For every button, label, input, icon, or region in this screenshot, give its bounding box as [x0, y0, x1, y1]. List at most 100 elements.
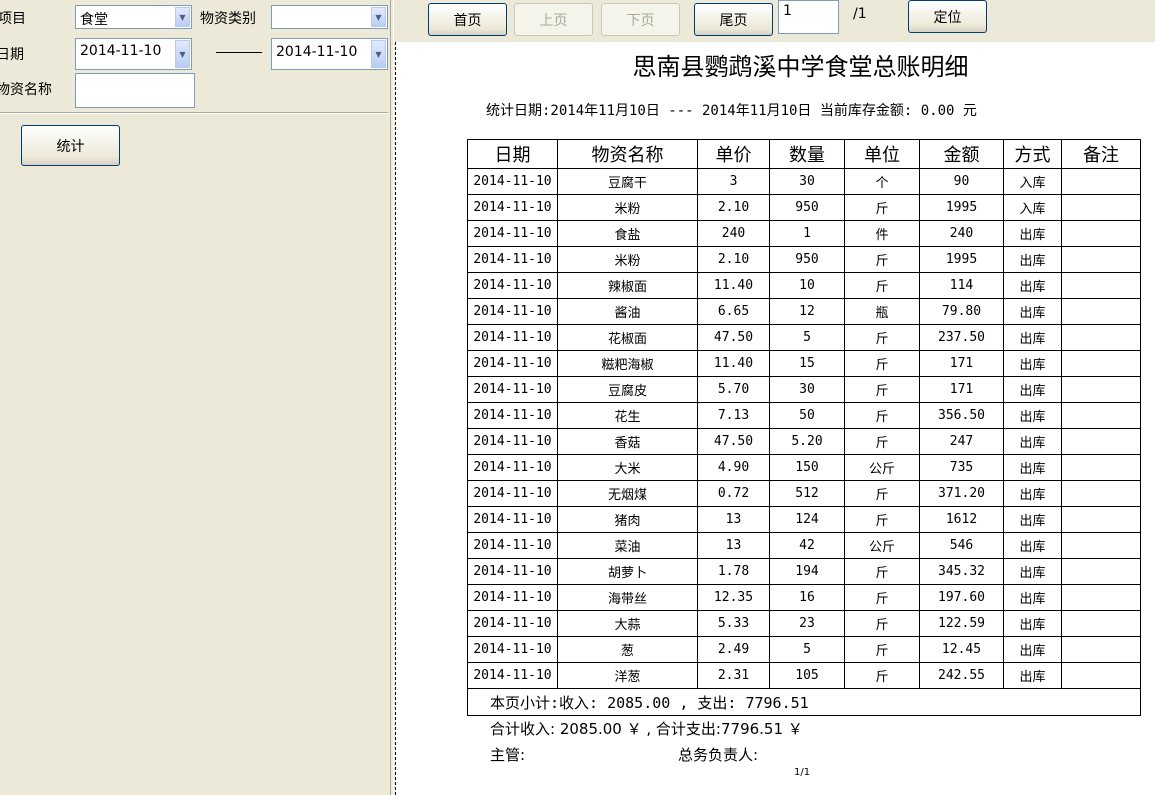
splitter[interactable]: [390, 0, 394, 795]
chevron-down-icon[interactable]: ▼: [175, 40, 190, 68]
cell-quantity: 950: [769, 246, 845, 273]
category-select[interactable]: ▼: [271, 5, 388, 29]
cell-unit-price: 2.49: [697, 636, 770, 663]
cell-remark: [1061, 402, 1141, 429]
cell-method: 出库: [1003, 610, 1062, 637]
cell-remark: [1061, 350, 1141, 377]
table-row: 2014-11-10 豆腐皮 5.70 30 斤 171 出库: [467, 376, 1141, 403]
panel-divider: [0, 112, 388, 114]
date-to-value: 2014-11-10: [276, 44, 358, 60]
header-date: 日期: [467, 139, 558, 169]
cell-unit: 斤: [844, 194, 920, 221]
header-amount: 金额: [919, 139, 1004, 169]
table-row: 2014-11-10 花生 7.13 50 斤 356.50 出库: [467, 402, 1141, 429]
cell-quantity: 194: [769, 558, 845, 585]
table-row: 2014-11-10 无烟煤 0.72 512 斤 371.20 出库: [467, 480, 1141, 507]
cell-unit-price: 13: [697, 506, 770, 533]
grand-total: 合计收入: 2085.00 ￥ , 合计支出:7796.51 ￥: [490, 720, 803, 738]
cell-item-name: 花椒面: [557, 324, 698, 351]
cell-amount: 1612: [919, 506, 1004, 533]
cell-method: 出库: [1003, 532, 1062, 559]
cell-unit: 斤: [844, 376, 920, 403]
stat-button[interactable]: 统计: [21, 125, 120, 166]
table-row: 2014-11-10 菜油 13 42 公斤 546 出库: [467, 532, 1141, 559]
cell-method: 出库: [1003, 506, 1062, 533]
cell-method: 出库: [1003, 402, 1062, 429]
cell-method: 出库: [1003, 584, 1062, 611]
header-method: 方式: [1003, 139, 1062, 169]
prev-page-button[interactable]: 上页: [514, 3, 593, 36]
cell-unit: 斤: [844, 584, 920, 611]
page-subtotal: 本页小计:收入: 2085.00 , 支出: 7796.51: [467, 688, 1141, 716]
cell-date: 2014-11-10: [467, 532, 558, 559]
next-page-button[interactable]: 下页: [601, 3, 680, 36]
cell-date: 2014-11-10: [467, 558, 558, 585]
cell-date: 2014-11-10: [467, 662, 558, 689]
cell-item-name: 大米: [557, 454, 698, 481]
cell-method: 出库: [1003, 298, 1062, 325]
cell-unit-price: 2.10: [697, 194, 770, 221]
cell-amount: 237.50: [919, 324, 1004, 351]
cell-method: 入库: [1003, 194, 1062, 221]
cell-quantity: 1: [769, 220, 845, 247]
cell-remark: [1061, 454, 1141, 481]
table-row: 2014-11-10 花椒面 47.50 5 斤 237.50 出库: [467, 324, 1141, 351]
cell-unit-price: 3: [697, 168, 770, 195]
table-row: 2014-11-10 辣椒面 11.40 10 斤 114 出库: [467, 272, 1141, 299]
cell-quantity: 5: [769, 324, 845, 351]
cell-quantity: 512: [769, 480, 845, 507]
cell-unit-price: 11.40: [697, 272, 770, 299]
cell-unit-price: 5.33: [697, 610, 770, 637]
cell-date: 2014-11-10: [467, 194, 558, 221]
cell-remark: [1061, 168, 1141, 195]
chevron-down-icon[interactable]: ▼: [371, 40, 386, 68]
table-row: 2014-11-10 香菇 47.50 5.20 斤 247 出库: [467, 428, 1141, 455]
cell-unit: 公斤: [844, 532, 920, 559]
date-from-value: 2014-11-10: [80, 43, 162, 59]
page-number: 1/1: [794, 767, 811, 778]
cell-amount: 735: [919, 454, 1004, 481]
cell-method: 入库: [1003, 168, 1062, 195]
cell-date: 2014-11-10: [467, 350, 558, 377]
cell-amount: 122.59: [919, 610, 1004, 637]
last-page-button[interactable]: 尾页: [694, 3, 773, 36]
first-page-button[interactable]: 首页: [428, 3, 507, 36]
cell-method: 出库: [1003, 636, 1062, 663]
cell-date: 2014-11-10: [467, 610, 558, 637]
page-number-input[interactable]: 1: [778, 0, 839, 34]
cell-date: 2014-11-10: [467, 636, 558, 663]
cell-method: 出库: [1003, 376, 1062, 403]
cell-item-name: 菜油: [557, 532, 698, 559]
cell-remark: [1061, 636, 1141, 663]
project-select[interactable]: 食堂 ▼: [75, 5, 192, 29]
chevron-down-icon[interactable]: ▼: [175, 7, 190, 27]
page-subtotal-row: 本页小计:收入: 2085.00 , 支出: 7796.51: [467, 688, 1141, 716]
cell-unit: 斤: [844, 428, 920, 455]
item-name-input[interactable]: [75, 73, 195, 108]
cell-remark: [1061, 610, 1141, 637]
cell-quantity: 12: [769, 298, 845, 325]
cell-unit-price: 0.72: [697, 480, 770, 507]
cell-unit: 斤: [844, 636, 920, 663]
cell-method: 出库: [1003, 350, 1062, 377]
cell-unit-price: 2.10: [697, 246, 770, 273]
cell-item-name: 胡萝卜: [557, 558, 698, 585]
cell-amount: 345.32: [919, 558, 1004, 585]
header-unit: 单位: [844, 139, 920, 169]
cell-date: 2014-11-10: [467, 272, 558, 299]
cell-unit-price: 11.40: [697, 350, 770, 377]
date-from-picker[interactable]: 2014-11-10 ▼: [75, 38, 192, 70]
cell-remark: [1061, 376, 1141, 403]
cell-item-name: 酱油: [557, 298, 698, 325]
date-to-picker[interactable]: 2014-11-10 ▼: [271, 38, 388, 70]
cell-item-name: 辣椒面: [557, 272, 698, 299]
cell-amount: 546: [919, 532, 1004, 559]
cell-date: 2014-11-10: [467, 480, 558, 507]
goto-page-button[interactable]: 定位: [908, 0, 987, 33]
cell-unit: 斤: [844, 662, 920, 689]
cell-unit: 斤: [844, 402, 920, 429]
cell-quantity: 124: [769, 506, 845, 533]
cell-unit-price: 6.65: [697, 298, 770, 325]
cell-unit-price: 2.31: [697, 662, 770, 689]
chevron-down-icon[interactable]: ▼: [371, 7, 386, 27]
